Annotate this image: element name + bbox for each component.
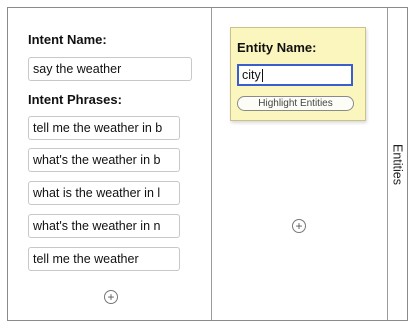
editor-frame: Intent Name: say the weather Intent Phra…	[7, 7, 408, 321]
entity-name-input[interactable]: city	[237, 64, 353, 86]
phrase-input[interactable]: tell me the weather in b	[28, 116, 180, 140]
plus-circle-icon: +	[107, 290, 115, 304]
plus-circle-icon: +	[295, 219, 303, 233]
intent-panel: Intent Name: say the weather Intent Phra…	[8, 8, 212, 320]
entity-name-label: Entity Name:	[237, 40, 317, 55]
phrase-input[interactable]: what's the weather in n	[28, 214, 180, 238]
text-caret	[261, 68, 263, 82]
entity-name-value: city	[242, 68, 261, 82]
intent-phrases-label: Intent Phrases:	[28, 92, 122, 107]
highlight-entities-button[interactable]: Highlight Entities	[237, 96, 354, 111]
phrase-input[interactable]: what's the weather in b	[28, 148, 180, 172]
entities-side-tab[interactable]: Entities	[388, 8, 407, 320]
phrase-input[interactable]: what is the weather in l	[28, 181, 180, 205]
intent-name-input[interactable]: say the weather	[28, 57, 192, 81]
add-phrase-button[interactable]: +	[104, 290, 118, 304]
intent-name-label: Intent Name:	[28, 32, 107, 47]
entity-panel: Entity Name: city Highlight Entities +	[212, 8, 388, 320]
entity-card: Entity Name: city Highlight Entities	[230, 27, 366, 121]
add-entity-button[interactable]: +	[292, 219, 306, 233]
phrase-input[interactable]: tell me the weather	[28, 247, 180, 271]
entities-tab-label: Entities	[390, 143, 405, 185]
